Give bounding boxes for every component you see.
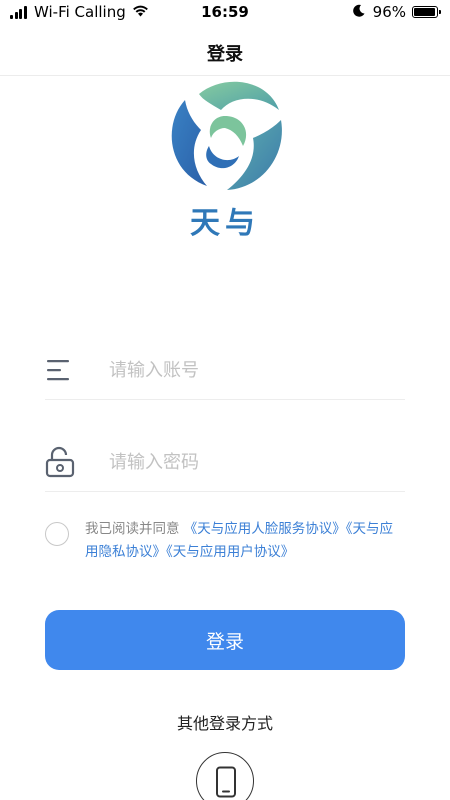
account-input[interactable]	[109, 356, 399, 384]
agreement-prefix: 我已阅读并同意	[85, 521, 180, 537]
page-title: 登录	[207, 44, 243, 65]
status-bar: Wi-Fi Calling 16:59 96%	[0, 0, 450, 26]
password-input[interactable]	[109, 448, 399, 476]
password-row	[45, 432, 405, 492]
battery-icon	[412, 6, 441, 18]
agreement-checkbox[interactable]	[45, 522, 69, 546]
brand-name: 天与	[190, 206, 260, 241]
account-row	[45, 340, 405, 400]
agreement-text: 我已阅读并同意 《天与应用人脸服务协议》《天与应用隐私协议》《天与应用用户协议》	[85, 518, 405, 564]
battery-percent: 96%	[372, 3, 406, 21]
login-screen: Wi-Fi Calling 16:59 96% 登录 天与 请输入账号 我已阅读…	[0, 0, 450, 800]
tianyu-logo-icon	[171, 81, 282, 190]
user-agreement-link[interactable]: 《天与应用用户协议》	[166, 544, 294, 560]
other-login-label: 其他登录方式	[176, 714, 273, 733]
status-bar-right: 96%	[352, 3, 441, 21]
moon-icon	[352, 3, 365, 21]
face-service-agreement-link[interactable]: 《天与应用人脸服务协议》	[184, 521, 346, 537]
phone-login-button[interactable]	[196, 752, 254, 800]
login-button[interactable]: 登录	[45, 610, 405, 670]
account-lines-icon	[47, 360, 69, 381]
unlocked-padlock-icon	[45, 446, 75, 478]
phone-icon	[216, 766, 236, 798]
nav-bar: 登录	[0, 26, 450, 76]
